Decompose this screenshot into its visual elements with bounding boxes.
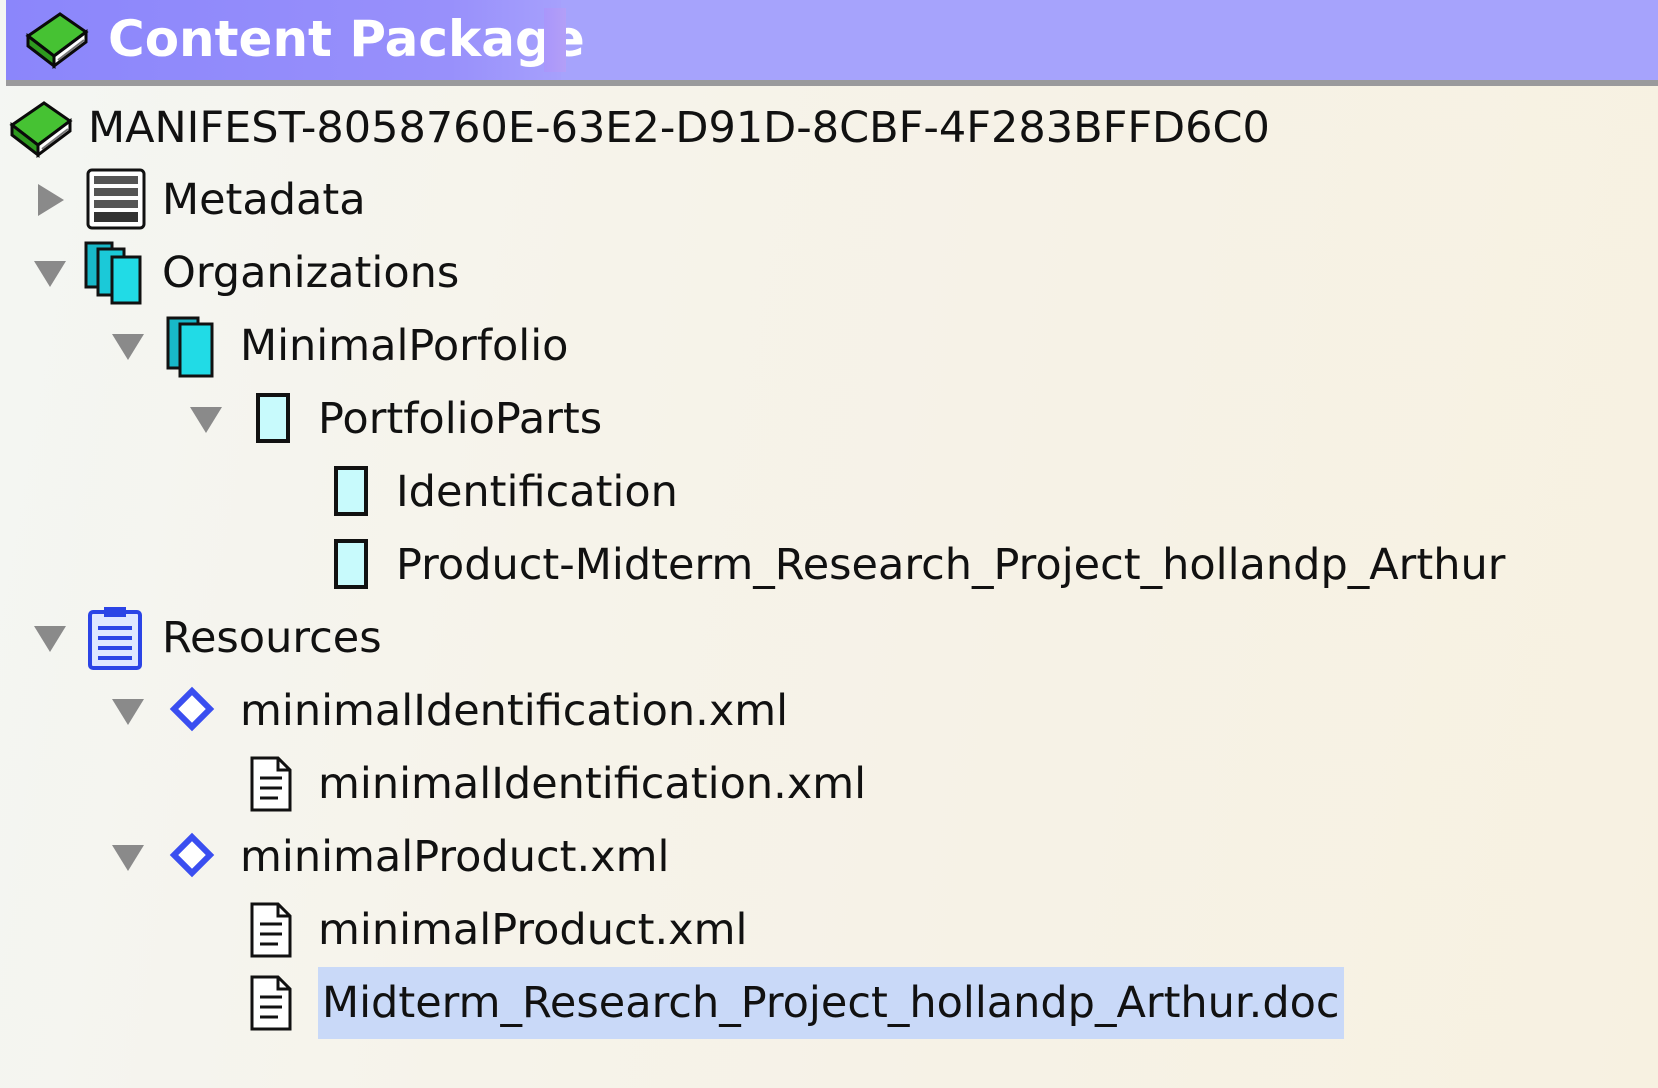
green-book-icon [25, 12, 89, 70]
item-icon [256, 393, 290, 443]
organization-icon [166, 316, 214, 378]
manifest-label: MANIFEST-8058760E-63E2-D91D-8CBF-4F283BF… [88, 103, 1270, 153]
tree-node-resources[interactable]: Resources [30, 602, 382, 674]
disclosure-collapsed-icon[interactable] [30, 180, 70, 220]
resource-identification-label: minimalIdentification.xml [240, 686, 789, 736]
file-icon [250, 756, 292, 812]
file-doc-label: Midterm_Research_Project_hollandp_Arthur… [318, 967, 1344, 1039]
window-title: Content Package [108, 10, 585, 68]
resources-icon [88, 607, 142, 670]
minimal-portfolio-label: MinimalPorfolio [240, 321, 569, 371]
title-bar-marker [544, 8, 566, 72]
title-bar-active-area: Content Package [6, 0, 585, 80]
tree-node-portfolio-parts[interactable]: PortfolioParts [186, 383, 602, 455]
tree-node-manifest[interactable]: MANIFEST-8058760E-63E2-D91D-8CBF-4F283BF… [8, 92, 1270, 164]
disclosure-expanded-icon[interactable] [186, 399, 226, 439]
tree-node-organizations[interactable]: Organizations [30, 237, 459, 309]
tree-node-metadata[interactable]: Metadata [30, 164, 366, 236]
product-item-label: Product-Midterm_Research_Project_holland… [396, 540, 1506, 590]
disclosure-expanded-icon[interactable] [108, 691, 148, 731]
resources-label: Resources [162, 613, 382, 663]
item-icon [334, 539, 368, 589]
metadata-label: Metadata [162, 175, 366, 225]
disclosure-expanded-icon[interactable] [30, 618, 70, 658]
green-book-icon [9, 101, 73, 159]
metadata-stack-icon [86, 168, 146, 230]
identification-label: Identification [396, 467, 678, 517]
tree-node-file-doc[interactable]: Midterm_Research_Project_hollandp_Arthur… [186, 967, 1344, 1039]
tree-node-file-product[interactable]: minimalProduct.xml [186, 894, 747, 966]
file-icon [250, 902, 292, 958]
file-identification-label: minimalIdentification.xml [318, 759, 867, 809]
tree-node-file-identification[interactable]: minimalIdentification.xml [186, 748, 866, 820]
tree-node-resource-product[interactable]: minimalProduct.xml [108, 821, 669, 893]
disclosure-expanded-icon[interactable] [108, 837, 148, 877]
tree-node-product-item[interactable]: Product-Midterm_Research_Project_holland… [264, 529, 1505, 601]
disclosure-expanded-icon[interactable] [30, 253, 70, 293]
item-icon [334, 466, 368, 516]
tree-node-resource-identification[interactable]: minimalIdentification.xml [108, 675, 788, 747]
disclosure-expanded-icon[interactable] [108, 326, 148, 366]
resource-diamond-icon [169, 832, 215, 878]
file-product-label: minimalProduct.xml [318, 905, 748, 955]
portfolio-parts-label: PortfolioParts [318, 394, 603, 444]
title-bar: Content Package [6, 0, 1658, 86]
organizations-label: Organizations [162, 248, 460, 298]
tree-node-identification[interactable]: Identification [264, 456, 678, 528]
file-icon [250, 975, 292, 1031]
tree-node-minimal-portfolio[interactable]: MinimalPorfolio [108, 310, 568, 382]
organizations-icon [84, 241, 142, 305]
resource-diamond-icon [169, 686, 215, 732]
resource-product-label: minimalProduct.xml [240, 832, 670, 882]
